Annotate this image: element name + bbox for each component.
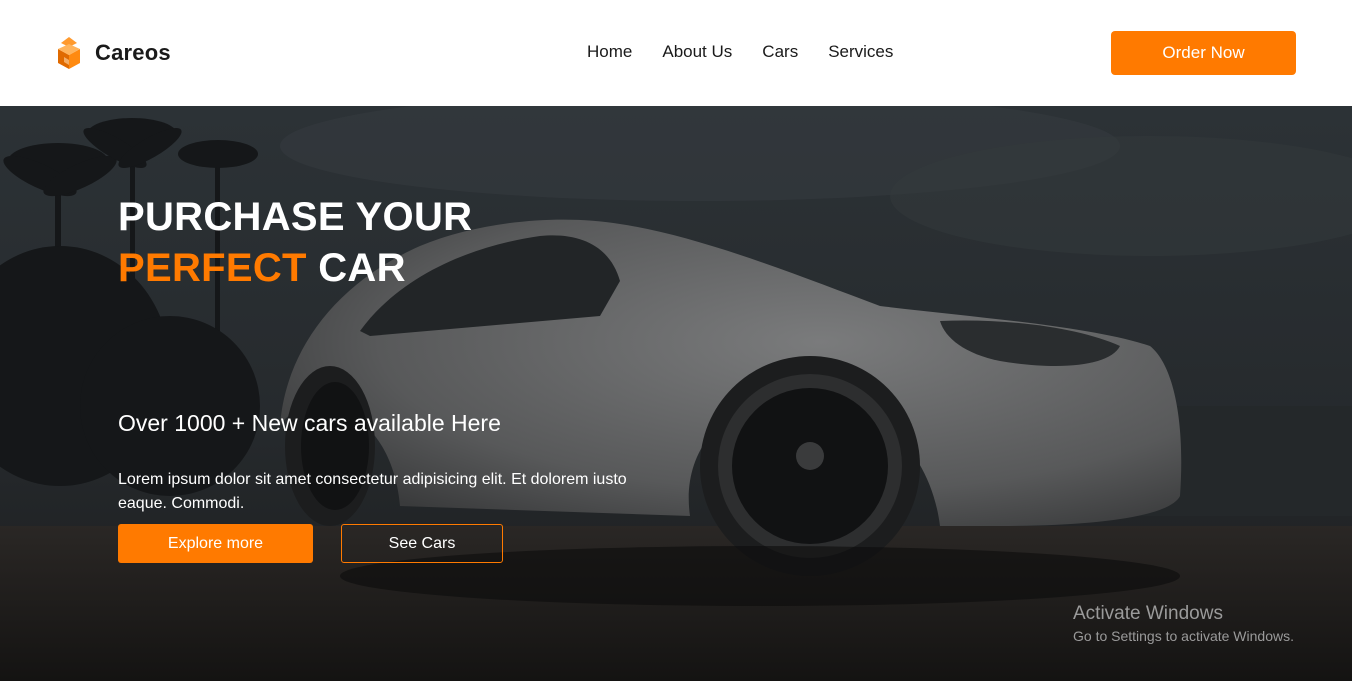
headline-accent: PERFECT	[118, 246, 307, 290]
hero-headline: PURCHASE YOUR PERFECT CAR	[118, 192, 472, 294]
hero-section: PURCHASE YOUR PERFECT CAR Over 1000 + Ne…	[0, 106, 1352, 681]
order-now-button[interactable]: Order Now	[1111, 31, 1296, 75]
explore-more-button[interactable]: Explore more	[118, 524, 313, 563]
headline-line1: PURCHASE YOUR	[118, 195, 473, 239]
main-nav: Home About Us Cars Services	[587, 41, 893, 63]
watermark-subtitle: Go to Settings to activate Windows.	[1073, 628, 1294, 644]
site-header: Careos Home About Us Cars Services Order…	[0, 0, 1352, 106]
brand-name: Careos	[95, 40, 171, 65]
headline-rest: CAR	[318, 246, 406, 290]
see-cars-button[interactable]: See Cars	[341, 524, 503, 563]
hero-description: Lorem ipsum dolor sit amet consectetur a…	[118, 471, 627, 512]
nav-services[interactable]: Services	[828, 41, 893, 63]
activate-windows-watermark: Activate Windows Go to Settings to activ…	[1073, 602, 1294, 646]
nav-about-us[interactable]: About Us	[662, 41, 732, 63]
hero-subheading: Over 1000 + New cars available Here	[118, 410, 501, 436]
nav-home[interactable]: Home	[587, 41, 632, 63]
cube-logo-icon	[58, 37, 80, 69]
nav-cars[interactable]: Cars	[762, 41, 798, 63]
watermark-title: Activate Windows	[1073, 603, 1223, 624]
brand-logo[interactable]: Careos	[55, 35, 171, 71]
